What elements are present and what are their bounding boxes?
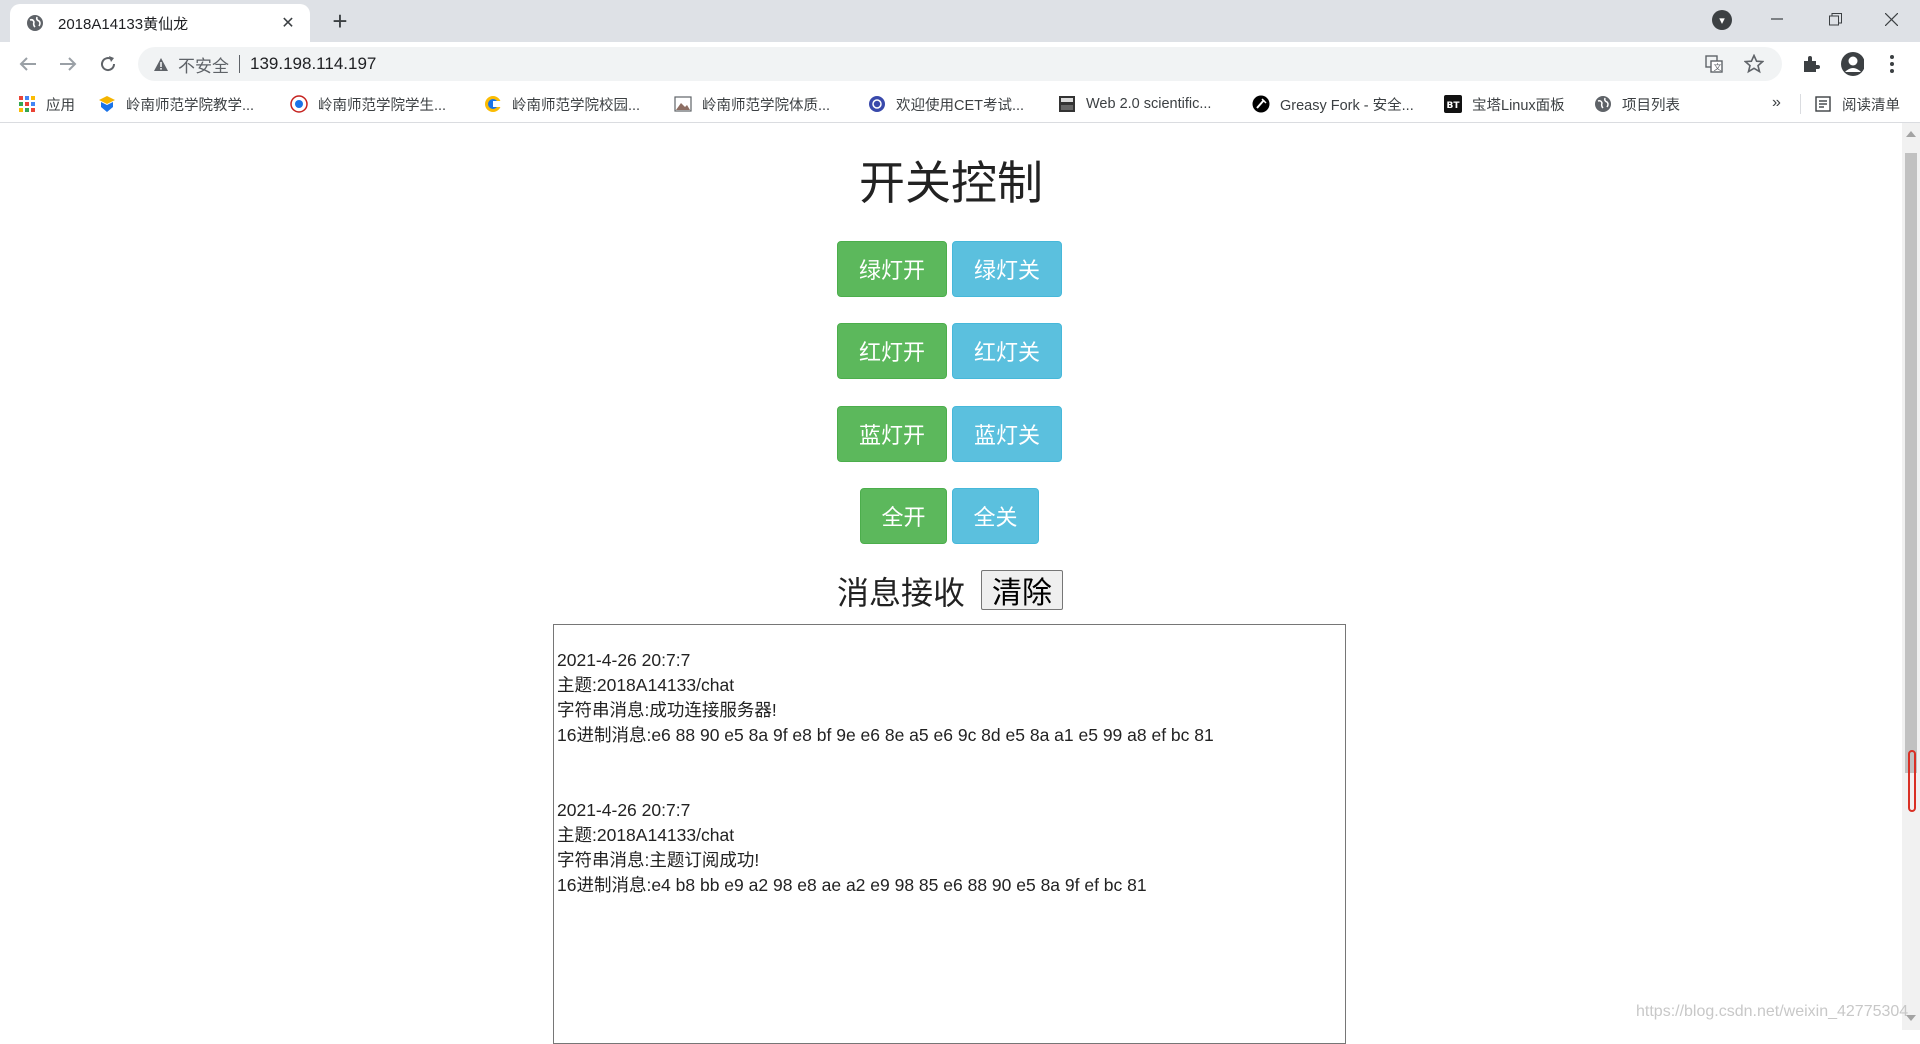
close-window-icon[interactable] [1862, 0, 1920, 38]
bt-panel-icon: BT [1444, 95, 1462, 113]
svg-text:BT: BT [1447, 101, 1461, 111]
page-content: 开关控制 绿灯开 绿灯关 红灯开 红灯关 蓝灯开 蓝灯关 全开 全关 消息接收 … [0, 123, 1902, 1044]
bookmark-item[interactable]: BT 宝塔Linux面板 [1444, 92, 1565, 116]
menu-dots-icon[interactable] [1880, 52, 1904, 76]
bookmark-item[interactable]: Web 2.0 scientific... [1058, 92, 1211, 116]
tab-title: 2018A14133黄仙龙 [58, 15, 189, 33]
insecure-label: 不安全 [178, 56, 229, 76]
bookmarks-overflow-button[interactable]: » [1772, 94, 1781, 112]
message-string: 字符串消息:成功连接服务器! [557, 700, 777, 720]
message-hex: 16进制消息:e6 88 90 e5 8a 9f e8 bf 9e e6 8e … [557, 725, 1214, 745]
reload-icon[interactable] [94, 50, 122, 78]
reading-list-label: 阅读清单 [1842, 97, 1900, 114]
bookmark-item[interactable]: 项目列表 [1594, 92, 1680, 116]
globe-icon [1594, 95, 1612, 113]
message-receive-title: 消息接收 [837, 574, 966, 612]
reading-list[interactable]: 阅读清单 [1814, 92, 1900, 116]
bookmark-label: 欢迎使用CET考试... [896, 97, 1025, 114]
clear-button[interactable]: 清除 [981, 570, 1063, 611]
bookmark-label: Web 2.0 scientific... [1086, 96, 1212, 112]
watermark: https://blog.csdn.net/weixin_42775304 [1636, 1003, 1909, 1020]
address-bar[interactable]: 不安全 139.198.114.197 文 [138, 47, 1782, 81]
blue-off-button[interactable]: 蓝灯关 [952, 406, 1062, 462]
message-entry: 2021-4-26 20:7:7 主题:2018A14133/chat 字符串消… [557, 648, 1342, 748]
message-time: 2021-4-26 20:7:7 [557, 650, 691, 670]
all-off-button[interactable]: 全关 [952, 488, 1039, 544]
back-arrow-icon[interactable] [14, 50, 42, 78]
bookmark-label: 岭南师范学院体质... [702, 97, 831, 114]
translate-icon[interactable]: 文 [1704, 54, 1724, 74]
divider [239, 55, 240, 73]
bookmark-item[interactable]: Greasy Fork - 安全... [1252, 92, 1414, 116]
reading-list-icon [1814, 95, 1832, 113]
message-topic: 主题:2018A14133/chat [557, 825, 735, 845]
new-tab-button[interactable]: + [326, 8, 354, 36]
green-on-button[interactable]: 绿灯开 [837, 241, 947, 297]
globe-icon [26, 14, 44, 32]
message-entry: 2021-4-26 20:7:7 主题:2018A14133/chat 字符串消… [557, 798, 1342, 898]
profile-avatar-icon[interactable] [1840, 52, 1864, 76]
green-off-button[interactable]: 绿灯关 [952, 241, 1062, 297]
browser-toolbar: 不安全 139.198.114.197 文 [0, 42, 1920, 86]
calculator-icon [1058, 95, 1076, 113]
all-on-button[interactable]: 全开 [860, 488, 947, 544]
image-icon [674, 95, 692, 113]
bookmark-item[interactable]: 岭南师范学院学生... [290, 92, 446, 116]
red-off-button[interactable]: 红灯关 [952, 323, 1062, 379]
bookmark-item[interactable]: 岭南师范学院体质... [674, 92, 830, 116]
browser-tab[interactable]: 2018A14133黄仙龙 ✕ [10, 4, 310, 42]
page-title: 开关控制 [859, 156, 1043, 210]
bookmarks-bar: 应用 岭南师范学院教学... 岭南师范学院学生... 岭南师范学院校园... 岭… [0, 86, 1920, 123]
message-textarea[interactable]: 2021-4-26 20:7:7 主题:2018A14133/chat 字符串消… [553, 624, 1346, 1044]
tab-search-icon[interactable]: ▾ [1712, 10, 1732, 30]
cet-logo-icon [868, 95, 886, 113]
bookmark-item[interactable]: 岭南师范学院校园... [484, 92, 640, 116]
bookmark-label: 宝塔Linux面板 [1472, 97, 1565, 114]
bookmark-label: 应用 [46, 97, 75, 114]
extensions-icon[interactable] [1799, 52, 1823, 76]
warning-icon[interactable] [152, 55, 170, 73]
message-string: 字符串消息:主题订阅成功! [557, 850, 760, 870]
bookmark-label: Greasy Fork - 安全... [1280, 97, 1414, 114]
apps-grid-icon [18, 95, 36, 113]
divider [1800, 94, 1801, 114]
bookmark-label: 岭南师范学院教学... [126, 97, 255, 114]
scroll-up-icon[interactable] [1906, 131, 1916, 137]
restore-icon[interactable] [1806, 0, 1864, 38]
greasy-fork-icon [1252, 95, 1270, 113]
message-hex: 16进制消息:e4 b8 bb e9 a2 98 e8 ae a2 e9 98 … [557, 875, 1147, 895]
minimize-icon[interactable] [1748, 0, 1806, 38]
page-scrollbar[interactable] [1902, 123, 1920, 1030]
bookmark-item[interactable]: 岭南师范学院教学... [98, 92, 254, 116]
bookmark-star-icon[interactable] [1744, 54, 1764, 74]
blue-on-button[interactable]: 蓝灯开 [837, 406, 947, 462]
forward-arrow-icon[interactable] [54, 50, 82, 78]
bookmark-label: 项目列表 [1622, 97, 1680, 114]
school-shield-icon [98, 95, 116, 113]
message-time: 2021-4-26 20:7:7 [557, 800, 691, 820]
bookmark-label: 岭南师范学院学生... [318, 97, 447, 114]
red-on-button[interactable]: 红灯开 [837, 323, 947, 379]
message-topic: 主题:2018A14133/chat [557, 675, 735, 695]
bookmark-label: 岭南师范学院校园... [512, 97, 641, 114]
tab-close-icon[interactable]: ✕ [278, 13, 298, 33]
svg-text:文: 文 [1714, 62, 1722, 72]
campus-logo-icon [484, 95, 502, 113]
tab-strip: 2018A14133黄仙龙 ✕ + ▾ [0, 0, 1920, 42]
url-text[interactable]: 139.198.114.197 [250, 54, 376, 74]
scroll-thumb[interactable] [1905, 153, 1917, 773]
scroll-marker [1908, 750, 1916, 812]
bookmark-apps[interactable]: 应用 [18, 92, 75, 116]
bookmark-item[interactable]: 欢迎使用CET考试... [868, 92, 1024, 116]
school-emblem-icon [290, 95, 308, 113]
